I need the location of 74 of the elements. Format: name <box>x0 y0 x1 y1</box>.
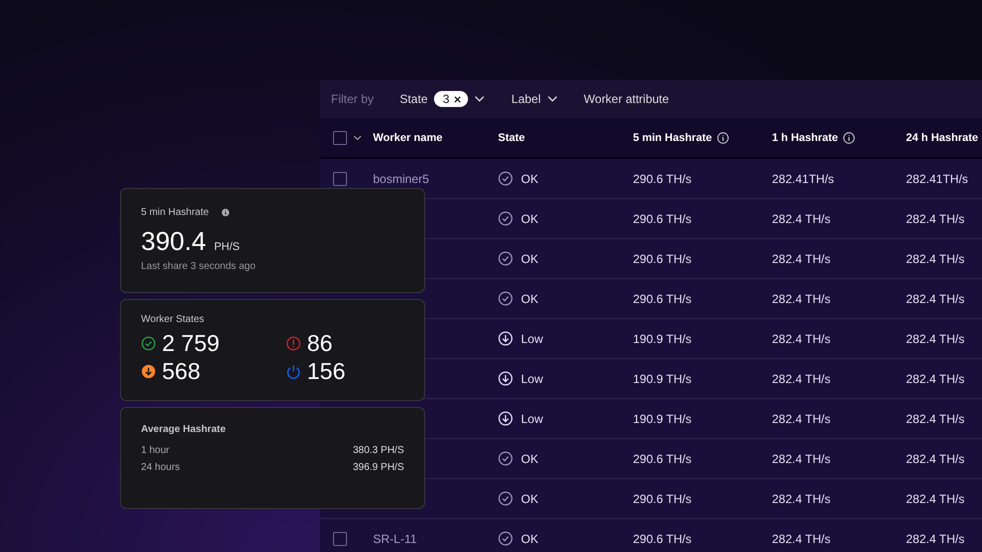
last-share-note: Last share 3 seconds ago <box>141 261 256 272</box>
table-cell: 290.6 TH/s <box>633 492 692 506</box>
info-icon[interactable] <box>220 208 230 217</box>
state-count: 86 <box>307 330 333 356</box>
filter-label: Filter by <box>331 92 374 106</box>
state-text: Low <box>521 412 544 426</box>
select-all-checkbox[interactable] <box>333 130 347 144</box>
table-cell: 282.4 TH/s <box>772 332 830 346</box>
row-checkbox[interactable] <box>333 532 347 546</box>
table-cell: 290.6 TH/s <box>633 452 692 466</box>
table-cell: 190.9 TH/s <box>633 412 692 426</box>
table-cell: 282.4 TH/s <box>906 412 964 426</box>
table-cell: 282.4 TH/s <box>772 372 830 386</box>
table-cell: 282.4 TH/s <box>906 372 964 386</box>
table-cell: 282.4 TH/s <box>906 452 964 466</box>
period-label: 24 hours <box>141 462 180 473</box>
hashrate-unit: PH/S <box>214 241 240 253</box>
state-text: OK <box>521 172 538 186</box>
state-text: OK <box>521 532 538 546</box>
state-count: 156 <box>307 358 346 384</box>
state-count: 2 759 <box>162 330 220 356</box>
state-text: Low <box>521 332 544 346</box>
table-cell: 282.41TH/s <box>906 172 968 186</box>
table-cell: 290.6 TH/s <box>633 252 692 266</box>
filter-dropdown[interactable]: Worker attribute <box>584 92 669 106</box>
worker-name: bosminer5 <box>373 172 430 186</box>
table-cell: 282.4 TH/s <box>906 332 964 346</box>
state-text: OK <box>521 492 538 506</box>
table-cell: 190.9 TH/s <box>633 332 692 346</box>
table-cell: 282.41TH/s <box>772 172 834 186</box>
info-icon[interactable] <box>843 132 856 144</box>
table-cell: 282.4 TH/s <box>772 532 830 546</box>
table-cell: 282.4 TH/s <box>906 532 964 546</box>
info-icon[interactable] <box>716 132 729 144</box>
table-cell: 282.4 TH/s <box>906 492 964 506</box>
worker-name: SR-L-11 <box>373 532 417 546</box>
column-header[interactable]: Worker name <box>373 132 442 144</box>
table-cell: 190.9 TH/s <box>633 372 692 386</box>
table-cell: 282.4 TH/s <box>772 292 830 306</box>
state-text: OK <box>521 252 538 266</box>
column-header[interactable]: 1 h Hashrate <box>772 132 838 144</box>
table-cell: 290.6 TH/s <box>633 212 692 226</box>
caret-icon[interactable] <box>353 134 362 140</box>
table-cell: 290.6 TH/s <box>633 172 692 186</box>
hashrate-value: 390.4 <box>141 226 206 257</box>
state-text: Low <box>521 372 544 386</box>
row-checkbox[interactable] <box>333 172 347 186</box>
state-text: OK <box>521 292 538 306</box>
table-cell: 282.4 TH/s <box>772 492 830 506</box>
column-header[interactable]: 24 h Hashrate <box>906 132 978 144</box>
card-title: Average Hashrate <box>141 424 226 435</box>
period-label: 1 hour <box>141 445 170 456</box>
column-header[interactable]: 5 min Hashrate <box>633 132 712 144</box>
table-cell: 282.4 TH/s <box>906 252 964 266</box>
card-title: 5 min Hashrate <box>141 207 209 218</box>
hashrate-value: 396.9 PH/S <box>352 462 404 473</box>
table-cell: 282.4 TH/s <box>906 292 964 306</box>
table-cell: 290.6 TH/s <box>633 532 692 546</box>
table-cell: 290.6 TH/s <box>633 292 692 306</box>
state-count: 568 <box>162 358 200 384</box>
table-cell: 282.4 TH/s <box>772 412 830 426</box>
column-header[interactable]: State <box>498 132 525 144</box>
table-cell: 282.4 TH/s <box>772 212 830 226</box>
filter-dropdown[interactable]: State 3 <box>400 91 486 107</box>
count-chip[interactable]: 3 <box>434 91 468 107</box>
card-title: Worker States <box>141 314 204 325</box>
table-cell: 282.4 TH/s <box>772 252 830 266</box>
table-cell: 282.4 TH/s <box>906 212 964 226</box>
hashrate-value: 380.3 PH/S <box>352 445 404 456</box>
filter-dropdown[interactable]: Label <box>511 92 558 106</box>
state-text: OK <box>521 212 538 226</box>
table-cell: 282.4 TH/s <box>772 452 830 466</box>
state-text: OK <box>521 452 538 466</box>
close-icon[interactable] <box>453 94 462 104</box>
